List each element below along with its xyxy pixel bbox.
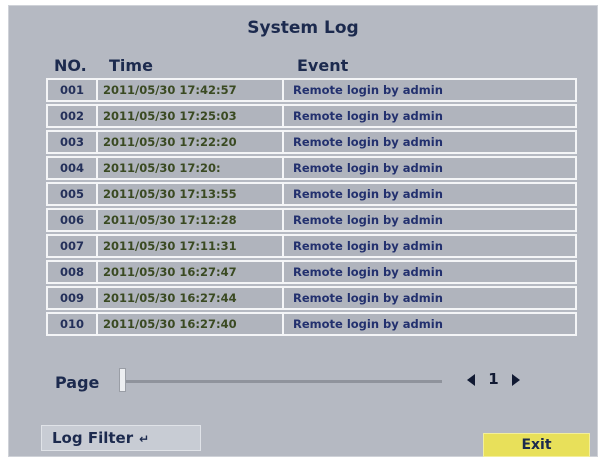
- table-row[interactable]: 001 2011/05/30 17:42:57 Remote login by …: [46, 78, 577, 102]
- row-time: 2011/05/30 16:27:44: [98, 288, 284, 308]
- row-no: 001: [48, 80, 98, 100]
- row-no: 010: [48, 314, 98, 334]
- table-row[interactable]: 008 2011/05/30 16:27:47 Remote login by …: [46, 260, 577, 284]
- table-row[interactable]: 009 2011/05/30 16:27:44 Remote login by …: [46, 286, 577, 310]
- row-no: 005: [48, 184, 98, 204]
- row-time: 2011/05/30 17:11:31: [98, 236, 284, 256]
- row-no: 002: [48, 106, 98, 126]
- page-label: Page: [55, 373, 100, 392]
- row-event: Remote login by admin: [293, 135, 443, 149]
- page-slider-track[interactable]: [122, 380, 442, 383]
- table-row[interactable]: 010 2011/05/30 16:27:40 Remote login by …: [46, 312, 577, 336]
- row-time: 2011/05/30 17:42:57: [98, 80, 284, 100]
- row-event: Remote login by admin: [293, 161, 443, 175]
- row-event: Remote login by admin: [293, 239, 443, 253]
- log-table: 001 2011/05/30 17:42:57 Remote login by …: [46, 78, 577, 338]
- row-time: 2011/05/30 17:22:20: [98, 132, 284, 152]
- table-row[interactable]: 006 2011/05/30 17:12:28 Remote login by …: [46, 208, 577, 232]
- row-no: 009: [48, 288, 98, 308]
- exit-button[interactable]: Exit: [483, 433, 590, 457]
- header-time: Time: [109, 56, 153, 75]
- row-time: 2011/05/30 16:27:40: [98, 314, 284, 334]
- row-no: 007: [48, 236, 98, 256]
- system-log-screen: System Log NO. Time Event 001 2011/05/30…: [8, 5, 598, 457]
- prev-page-icon[interactable]: [467, 373, 475, 386]
- row-event: Remote login by admin: [293, 109, 443, 123]
- row-no: 008: [48, 262, 98, 282]
- row-time: 2011/05/30 17:13:55: [98, 184, 284, 204]
- page-number: 1: [488, 370, 499, 388]
- row-event: Remote login by admin: [293, 213, 443, 227]
- pager: 1: [467, 370, 528, 388]
- row-event: Remote login by admin: [293, 317, 443, 331]
- row-event: Remote login by admin: [293, 187, 443, 201]
- row-event: Remote login by admin: [293, 265, 443, 279]
- next-page-icon[interactable]: [511, 373, 520, 386]
- table-row[interactable]: 007 2011/05/30 17:11:31 Remote login by …: [46, 234, 577, 258]
- log-filter-button[interactable]: Log Filter ↵: [41, 425, 201, 451]
- row-time: 2011/05/30 17:12:28: [98, 210, 284, 230]
- table-row[interactable]: 003 2011/05/30 17:22:20 Remote login by …: [46, 130, 577, 154]
- row-time: 2011/05/30 17:20:: [98, 158, 284, 178]
- row-event: Remote login by admin: [293, 83, 443, 97]
- page-slider-thumb[interactable]: [119, 368, 126, 392]
- row-event: Remote login by admin: [293, 291, 443, 305]
- row-no: 003: [48, 132, 98, 152]
- table-row[interactable]: 002 2011/05/30 17:25:03 Remote login by …: [46, 104, 577, 128]
- row-no: 006: [48, 210, 98, 230]
- header-no: NO.: [54, 56, 87, 75]
- row-no: 004: [48, 158, 98, 178]
- header-event: Event: [297, 56, 349, 75]
- page-title: System Log: [247, 18, 359, 38]
- table-row[interactable]: 004 2011/05/30 17:20: Remote login by ad…: [46, 156, 577, 180]
- table-row[interactable]: 005 2011/05/30 17:13:55 Remote login by …: [46, 182, 577, 206]
- row-time: 2011/05/30 16:27:47: [98, 262, 284, 282]
- log-filter-label: Log Filter: [52, 429, 134, 447]
- row-time: 2011/05/30 17:25:03: [98, 106, 284, 126]
- enter-key-icon: ↵: [139, 432, 150, 446]
